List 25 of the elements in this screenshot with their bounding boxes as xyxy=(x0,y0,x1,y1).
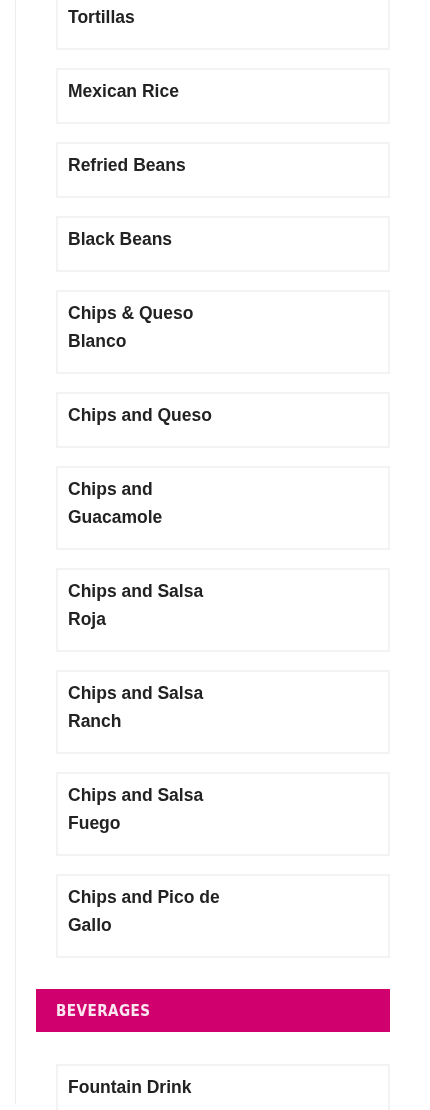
menu-item-card[interactable]: Chips and Salsa Ranch xyxy=(56,670,390,754)
menu-item-name: Chips and Pico de Gallo xyxy=(68,886,221,937)
menu-item-name: Chips and Salsa Ranch xyxy=(68,682,205,733)
menu-item-card[interactable]: Black Beans xyxy=(56,216,390,272)
menu-item-name: Chips and Guacamole xyxy=(68,478,164,529)
menu-item-name: Chips and Salsa Fuego xyxy=(68,784,205,835)
menu-item-card[interactable]: Chips and Queso xyxy=(56,392,390,448)
menu-item-name: Black Beans xyxy=(68,228,174,251)
section-title: BEVERAGES xyxy=(56,1001,151,1020)
menu-item-card[interactable]: Refried Beans xyxy=(56,142,390,198)
menu-item-card[interactable]: Chips and Pico de Gallo xyxy=(56,874,390,958)
menu-item-name: Fountain Drink xyxy=(68,1076,193,1099)
menu-item-card[interactable]: Mexican Rice xyxy=(56,68,390,124)
menu-item-card[interactable]: Tortillas xyxy=(56,0,390,50)
menu-item-name: Tortillas xyxy=(68,6,136,29)
menu-item-card[interactable]: Chips and Guacamole xyxy=(56,466,390,550)
menu-item-card[interactable]: Chips and Salsa Roja xyxy=(56,568,390,652)
menu-item-card[interactable]: Chips and Salsa Fuego xyxy=(56,772,390,856)
menu-item-name: Chips & Queso Blanco xyxy=(68,302,195,353)
menu-item-name: Chips and Salsa Roja xyxy=(68,580,205,631)
menu-item-name: Chips and Queso xyxy=(68,404,213,427)
menu-item-card[interactable]: Fountain Drink xyxy=(56,1064,390,1110)
menu-item-name: Mexican Rice xyxy=(68,80,180,103)
menu-item-card[interactable]: Chips & Queso Blanco xyxy=(56,290,390,374)
menu-item-name: Refried Beans xyxy=(68,154,187,177)
